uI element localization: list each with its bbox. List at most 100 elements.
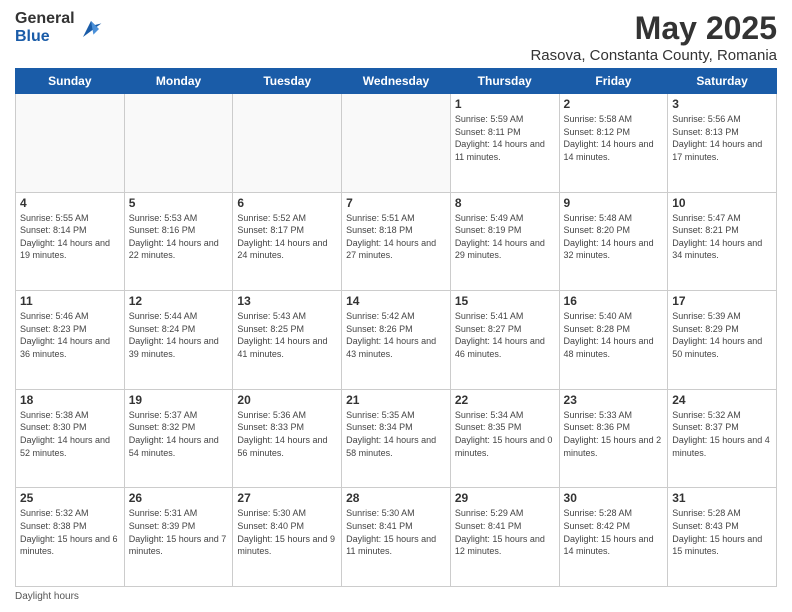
weekday-header: Tuesday [233,69,342,94]
calendar-cell [233,94,342,193]
day-info: Sunrise: 5:58 AMSunset: 8:12 PMDaylight:… [564,113,664,163]
day-info: Sunrise: 5:36 AMSunset: 8:33 PMDaylight:… [237,409,337,459]
calendar-week-row: 11 Sunrise: 5:46 AMSunset: 8:23 PMDayligh… [16,291,777,390]
day-info: Sunrise: 5:47 AMSunset: 8:21 PMDaylight:… [672,212,772,262]
calendar-week-row: 4Sunrise: 5:55 AMSunset: 8:14 PMDaylight… [16,192,777,291]
calendar-cell: 4Sunrise: 5:55 AMSunset: 8:14 PMDaylight… [16,192,125,291]
day-info: Sunrise: 5:46 AMSunset: 8:23 PMDaylight:… [20,310,120,360]
day-number: 11 [20,294,120,308]
calendar-cell: 8 Sunrise: 5:49 AMSunset: 8:19 PMDaylight… [450,192,559,291]
calendar-cell [16,94,125,193]
day-number: 29 [455,491,555,505]
weekday-header: Monday [124,69,233,94]
day-number: 8 [455,196,555,210]
day-info: Sunrise: 5:49 AMSunset: 8:19 PMDaylight:… [455,212,555,262]
day-number: 20 [237,393,337,407]
logo-blue: Blue [15,28,75,46]
weekday-header: Friday [559,69,668,94]
calendar-cell: 15 Sunrise: 5:41 AMSunset: 8:27 PMDayligh… [450,291,559,390]
day-number: 19 [129,393,229,407]
day-number: 6 [237,196,337,210]
logo-general: General [15,10,75,28]
calendar-cell: 2 Sunrise: 5:58 AMSunset: 8:12 PMDaylight… [559,94,668,193]
calendar-cell [342,94,451,193]
calendar-cell: 13Sunrise: 5:43 AMSunset: 8:25 PMDayligh… [233,291,342,390]
day-info: Sunrise: 5:32 AMSunset: 8:38 PMDaylight:… [20,507,120,557]
day-number: 16 [564,294,664,308]
calendar-cell: 14 Sunrise: 5:42 AMSunset: 8:26 PMDayligh… [342,291,451,390]
calendar-cell: 1Sunrise: 5:59 AMSunset: 8:11 PMDaylight… [450,94,559,193]
day-info: Sunrise: 5:53 AMSunset: 8:16 PMDaylight:… [129,212,229,262]
weekday-header: Sunday [16,69,125,94]
calendar-cell: 5 Sunrise: 5:53 AMSunset: 8:16 PMDaylight… [124,192,233,291]
day-info: Sunrise: 5:32 AMSunset: 8:37 PMDaylight:… [672,409,772,459]
calendar-cell: 20 Sunrise: 5:36 AMSunset: 8:33 PMDayligh… [233,389,342,488]
calendar-cell: 3 Sunrise: 5:56 AMSunset: 8:13 PMDaylight… [668,94,777,193]
calendar-cell: 11 Sunrise: 5:46 AMSunset: 8:23 PMDayligh… [16,291,125,390]
day-info: Sunrise: 5:42 AMSunset: 8:26 PMDaylight:… [346,310,446,360]
day-info: Sunrise: 5:28 AMSunset: 8:42 PMDaylight:… [564,507,664,557]
calendar-cell: 6Sunrise: 5:52 AMSunset: 8:17 PMDaylight… [233,192,342,291]
day-number: 17 [672,294,772,308]
day-number: 18 [20,393,120,407]
day-number: 30 [564,491,664,505]
day-info: Sunrise: 5:44 AMSunset: 8:24 PMDaylight:… [129,310,229,360]
day-number: 31 [672,491,772,505]
calendar-week-row: 18 Sunrise: 5:38 AMSunset: 8:30 PMDayligh… [16,389,777,488]
calendar-cell: 28 Sunrise: 5:30 AMSunset: 8:41 PMDayligh… [342,488,451,587]
day-number: 15 [455,294,555,308]
day-number: 5 [129,196,229,210]
page: General Blue May 2025 Rasova, Constanta … [0,0,792,612]
day-info: Sunrise: 5:41 AMSunset: 8:27 PMDaylight:… [455,310,555,360]
calendar-cell: 29 Sunrise: 5:29 AMSunset: 8:41 PMDayligh… [450,488,559,587]
day-info: Sunrise: 5:39 AMSunset: 8:29 PMDaylight:… [672,310,772,360]
calendar-cell: 23 Sunrise: 5:33 AMSunset: 8:36 PMDayligh… [559,389,668,488]
header: General Blue May 2025 Rasova, Constanta … [15,10,777,64]
day-info: Sunrise: 5:29 AMSunset: 8:41 PMDaylight:… [455,507,555,557]
day-number: 2 [564,97,664,111]
location-title: Rasova, Constanta County, Romania [530,47,777,64]
weekday-header-row: SundayMondayTuesdayWednesdayThursdayFrid… [16,69,777,94]
day-number: 4 [20,196,120,210]
calendar-cell: 10 Sunrise: 5:47 AMSunset: 8:21 PMDayligh… [668,192,777,291]
calendar-cell: 12Sunrise: 5:44 AMSunset: 8:24 PMDayligh… [124,291,233,390]
calendar-week-row: 25Sunrise: 5:32 AMSunset: 8:38 PMDayligh… [16,488,777,587]
day-number: 3 [672,97,772,111]
day-info: Sunrise: 5:30 AMSunset: 8:41 PMDaylight:… [346,507,446,557]
calendar-cell: 24 Sunrise: 5:32 AMSunset: 8:37 PMDayligh… [668,389,777,488]
calendar-cell [124,94,233,193]
day-number: 24 [672,393,772,407]
weekday-header: Saturday [668,69,777,94]
logo-icon [79,17,103,41]
calendar-cell: 7Sunrise: 5:51 AMSunset: 8:18 PMDaylight… [342,192,451,291]
calendar-cell: 31 Sunrise: 5:28 AMSunset: 8:43 PMDayligh… [668,488,777,587]
day-number: 28 [346,491,446,505]
day-number: 14 [346,294,446,308]
day-info: Sunrise: 5:30 AMSunset: 8:40 PMDaylight:… [237,507,337,557]
day-info: Sunrise: 5:56 AMSunset: 8:13 PMDaylight:… [672,113,772,163]
day-info: Sunrise: 5:35 AMSunset: 8:34 PMDaylight:… [346,409,446,459]
day-number: 10 [672,196,772,210]
calendar-cell: 19Sunrise: 5:37 AMSunset: 8:32 PMDayligh… [124,389,233,488]
day-info: Sunrise: 5:43 AMSunset: 8:25 PMDaylight:… [237,310,337,360]
weekday-header: Wednesday [342,69,451,94]
calendar-cell: 21Sunrise: 5:35 AMSunset: 8:34 PMDayligh… [342,389,451,488]
logo: General Blue [15,10,103,45]
calendar-cell: 30 Sunrise: 5:28 AMSunset: 8:42 PMDayligh… [559,488,668,587]
calendar-cell: 26 Sunrise: 5:31 AMSunset: 8:39 PMDayligh… [124,488,233,587]
day-info: Sunrise: 5:38 AMSunset: 8:30 PMDaylight:… [20,409,120,459]
day-info: Sunrise: 5:34 AMSunset: 8:35 PMDaylight:… [455,409,555,459]
day-info: Sunrise: 5:33 AMSunset: 8:36 PMDaylight:… [564,409,664,459]
day-info: Sunrise: 5:28 AMSunset: 8:43 PMDaylight:… [672,507,772,557]
logo-text: General Blue [15,10,75,45]
calendar-cell: 9Sunrise: 5:48 AMSunset: 8:20 PMDaylight… [559,192,668,291]
calendar-table: SundayMondayTuesdayWednesdayThursdayFrid… [15,68,777,587]
day-number: 23 [564,393,664,407]
calendar-cell: 25Sunrise: 5:32 AMSunset: 8:38 PMDayligh… [16,488,125,587]
day-number: 9 [564,196,664,210]
calendar-cell: 18 Sunrise: 5:38 AMSunset: 8:30 PMDayligh… [16,389,125,488]
day-number: 26 [129,491,229,505]
day-info: Sunrise: 5:31 AMSunset: 8:39 PMDaylight:… [129,507,229,557]
day-number: 1 [455,97,555,111]
calendar-cell: 17 Sunrise: 5:39 AMSunset: 8:29 PMDayligh… [668,291,777,390]
